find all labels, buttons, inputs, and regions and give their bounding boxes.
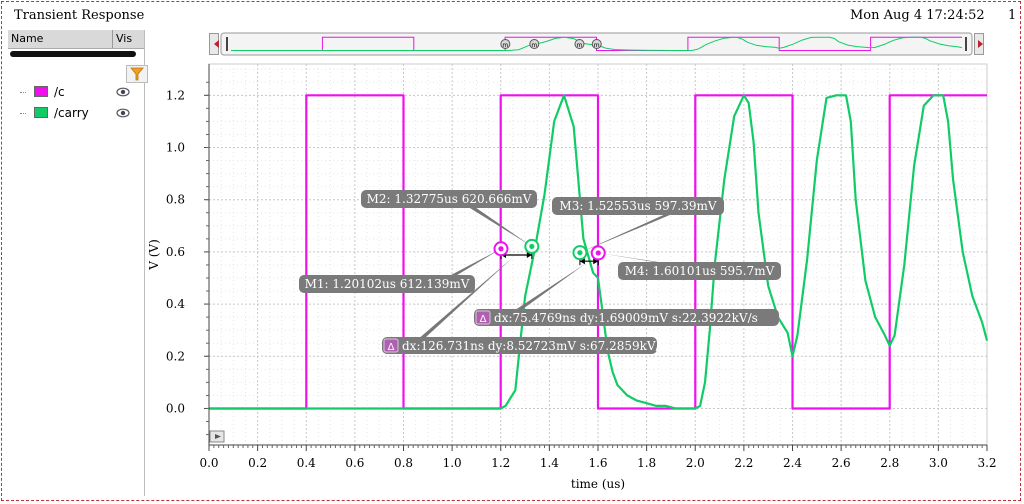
delta-label: dx:126.731ns dy:8.52723mV s:67.2859kV/s: [402, 339, 666, 353]
marker-label: M1: 1.20102us 612.139mV: [305, 277, 470, 291]
x-tick-label: 2.4: [783, 456, 802, 470]
overview-marker-label: m: [502, 42, 508, 49]
marker-label: M3: 1.52553us 597.39mV: [559, 199, 716, 213]
y-tick-label: 1.2: [166, 88, 185, 102]
y-tick-label: 0.6: [166, 245, 185, 259]
x-tick-label: 0.0: [199, 456, 218, 470]
y-axis-label: V (V): [147, 239, 161, 271]
x-tick-label: 0.8: [394, 456, 413, 470]
marker-dot[interactable]: [498, 246, 504, 252]
x-tick-label: 1.2: [491, 456, 510, 470]
delta-icon-glyph: Δ: [388, 342, 395, 353]
x-tick-label: 2.2: [734, 456, 753, 470]
y-tick-label: 0.8: [166, 193, 185, 207]
x-tick-label: 2.8: [880, 456, 899, 470]
overview-strip[interactable]: mmmm: [220, 32, 973, 56]
x-tick-label: 1.4: [540, 456, 559, 470]
y-tick-label: 0.4: [166, 297, 185, 311]
marker-dot[interactable]: [577, 250, 583, 256]
delta-icon-glyph: Δ: [480, 314, 487, 325]
y-tick-label: 1.0: [166, 141, 185, 155]
delta-label: dx:75.4769ns dy:1.69009mV s:22.3922kV/s: [494, 311, 758, 325]
x-tick-label: 3.2: [977, 456, 996, 470]
x-tick-label: 0.4: [297, 456, 316, 470]
chart: m m m m 0.0 0.2 0.4 0.6 0.8 1.0 1.2 1.4 1.6 1.8 2.0 2.…: [147, 32, 997, 491]
x-tick-label: 1.8: [637, 456, 656, 470]
x-tick-label: 2.0: [686, 456, 705, 470]
marker-label: M2: 1.32775us 620.666mV: [367, 192, 532, 206]
marker-dot[interactable]: [529, 243, 535, 250]
x-tick-label: 1.0: [443, 456, 462, 470]
x-tick-label: 0.2: [248, 456, 267, 470]
overview-marker-label: m: [531, 42, 537, 49]
x-tick-label: 0.6: [345, 456, 364, 470]
marker-label: M4: 1.60101us 595.7mV: [625, 264, 775, 278]
marker-dot[interactable]: [595, 250, 601, 256]
overview-marker-label: m: [577, 42, 583, 49]
overview-marker-label: m: [594, 42, 600, 49]
x-tick-label: 2.6: [832, 456, 851, 470]
x-tick-label: 1.6: [588, 456, 607, 470]
y-tick-label: 0.0: [166, 401, 185, 415]
x-tick-label: 3.0: [929, 456, 948, 470]
x-axis-label: time (us): [571, 477, 625, 491]
y-tick-label: 0.2: [166, 349, 185, 363]
